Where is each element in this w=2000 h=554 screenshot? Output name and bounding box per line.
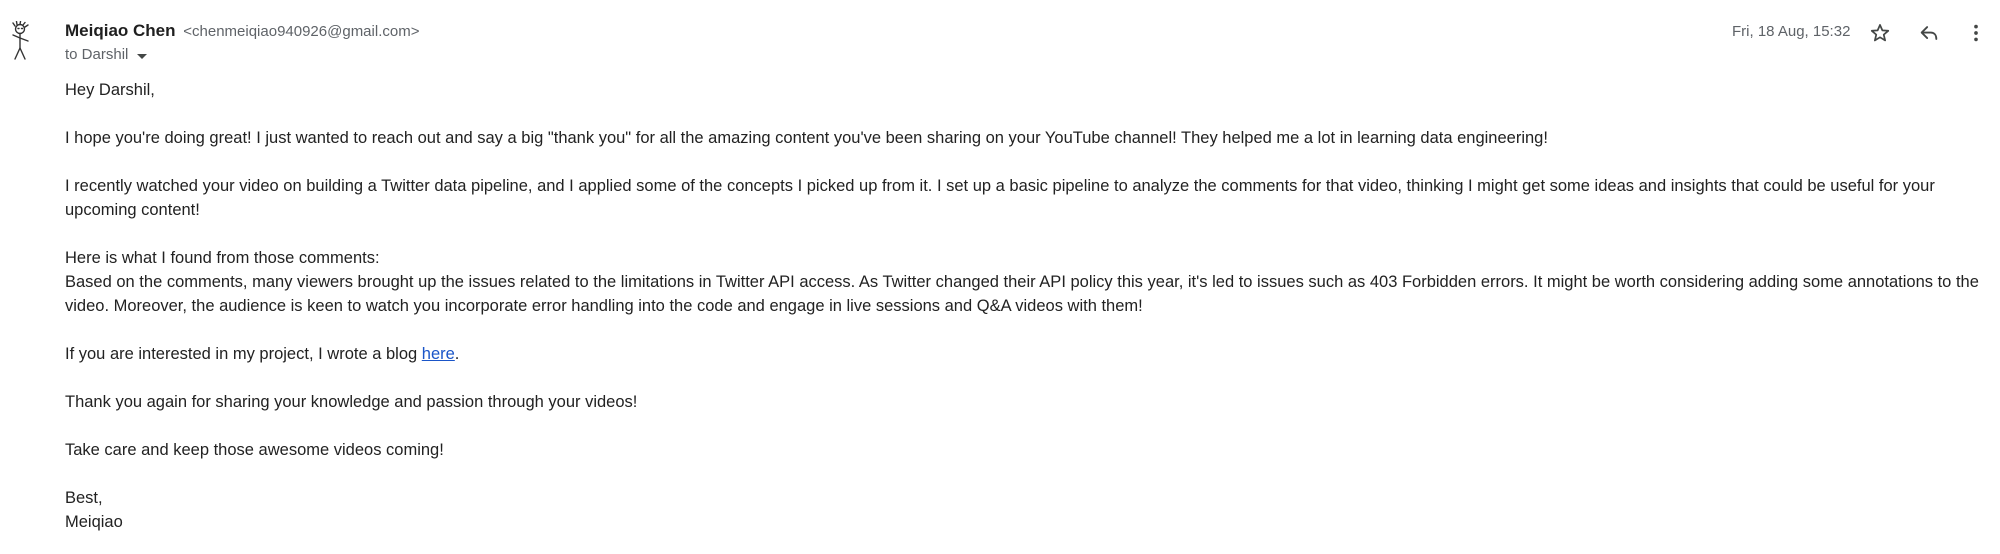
body-paragraph: Take care and keep those awesome videos … [65, 441, 444, 459]
star-outline-icon [1870, 24, 1890, 42]
body-paragraph: Thank you again for sharing your knowled… [65, 393, 638, 411]
message-header: Meiqiao Chen <chenmeiqiao940926@gmail.co… [65, 18, 2000, 68]
body-paragraph: Based on the comments, many viewers brou… [65, 273, 1979, 315]
recipient-details-toggle[interactable]: to Darshil [65, 45, 148, 65]
star-button[interactable] [1865, 18, 1895, 48]
more-options-button[interactable] [1961, 18, 1991, 48]
more-vertical-icon [1974, 24, 1978, 42]
signoff: Best, [65, 489, 103, 507]
sender-line: Meiqiao Chen <chenmeiqiao940926@gmail.co… [65, 20, 419, 43]
link-suffix-text: . [454, 345, 460, 363]
link-prefix-text: If you are interested in my project, I w… [65, 345, 422, 363]
body-paragraph-with-link: If you are interested in my project, I w… [65, 342, 1995, 366]
body-paragraph: I hope you're doing great! I just wanted… [65, 129, 1548, 147]
body-paragraph: I recently watched your video on buildin… [65, 177, 1935, 219]
email-message: Meiqiao Chen <chenmeiqiao940926@gmail.co… [0, 0, 2000, 554]
sender-email[interactable]: <chenmeiqiao940926@gmail.com> [183, 23, 419, 40]
reply-button[interactable] [1914, 18, 1944, 48]
message-body: Hey Darshil, I hope you're doing great! … [65, 78, 1995, 534]
greeting: Hey Darshil, [65, 81, 155, 99]
recipient-label: to Darshil [65, 46, 129, 63]
body-paragraph: Here is what I found from those comments… [65, 249, 380, 267]
blog-link[interactable]: here [422, 345, 455, 363]
reply-icon [1920, 26, 1938, 40]
signature: Meiqiao [65, 513, 123, 531]
caret-down-icon[interactable] [137, 53, 148, 59]
stick-figure-avatar-icon[interactable] [4, 20, 36, 65]
sender-name[interactable]: Meiqiao Chen [65, 21, 176, 40]
message-timestamp: Fri, 18 Aug, 15:32 [1732, 23, 1851, 40]
